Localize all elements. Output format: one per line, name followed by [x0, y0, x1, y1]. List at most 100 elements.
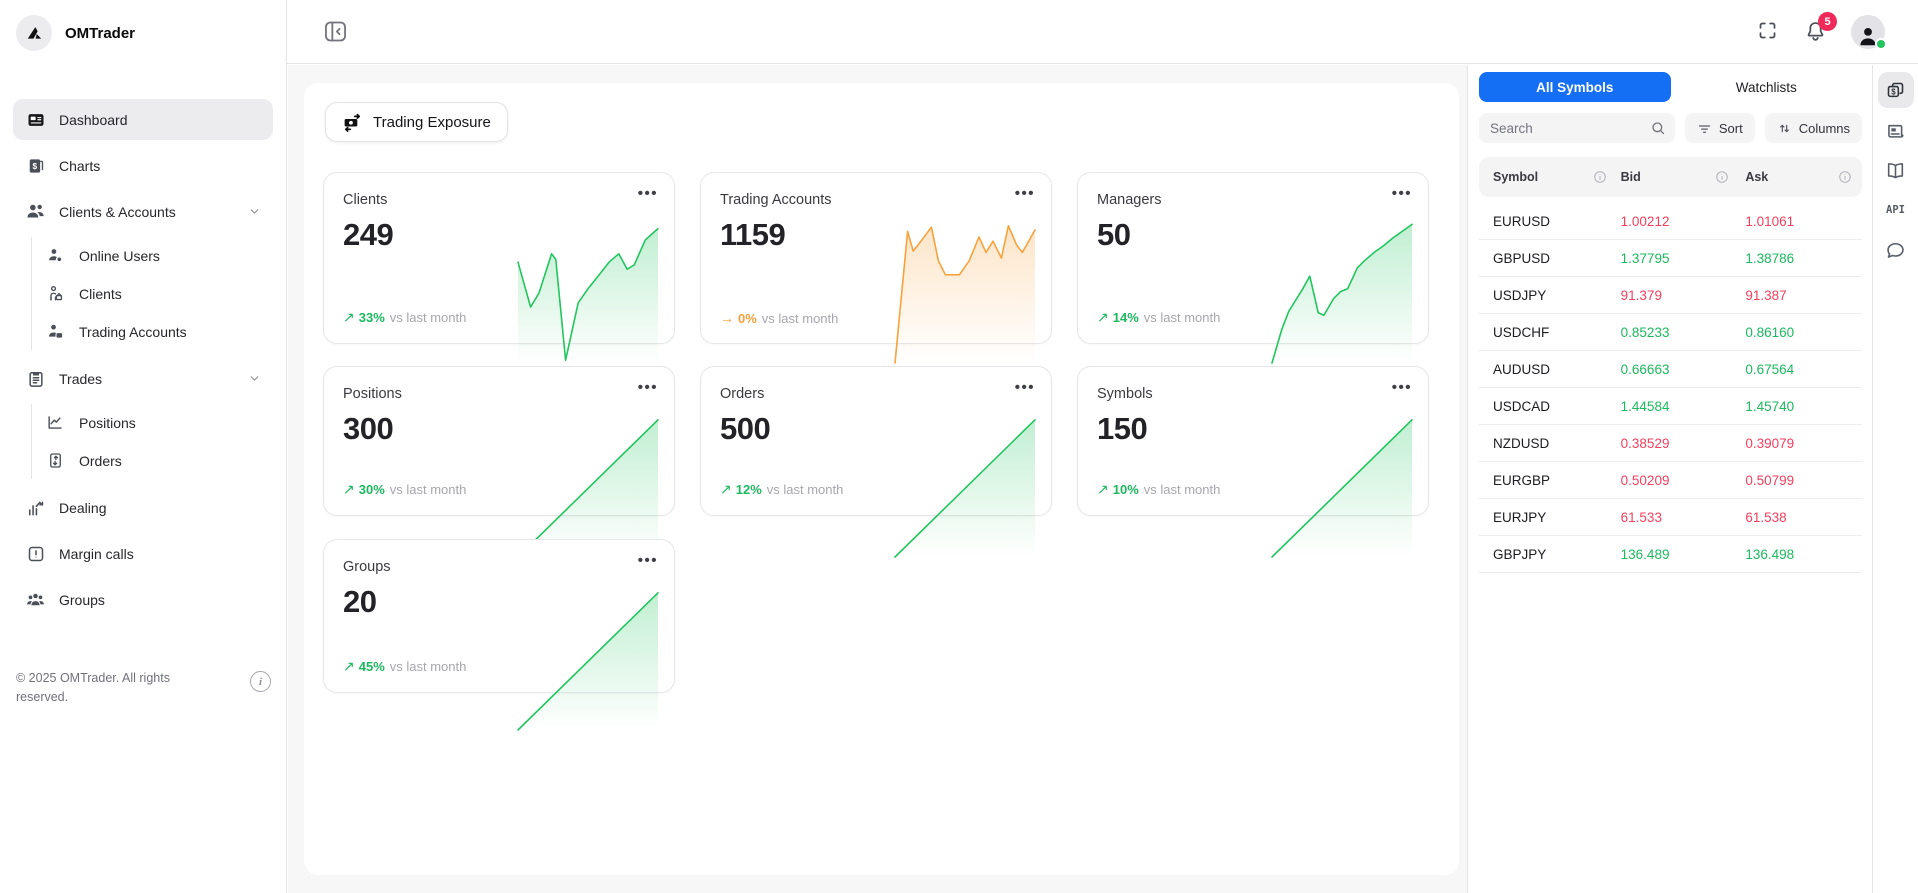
table-row[interactable]: NZDUSD 0.38529 0.39079: [1479, 425, 1862, 462]
groups-sparkline: [518, 590, 658, 730]
sidebar-item-trading-accounts[interactable]: Trading Accounts: [32, 313, 273, 350]
client-icon: [45, 283, 66, 304]
table-row[interactable]: EURUSD 1.00212 1.01061: [1479, 203, 1862, 240]
card-menu-icon[interactable]: •••: [1388, 375, 1416, 400]
trading-exposure-button[interactable]: Trading Exposure: [325, 102, 508, 142]
app-logo-row: OMTrader: [0, 0, 286, 51]
table-row[interactable]: EURGBP 0.50209 0.50799: [1479, 462, 1862, 499]
symbols-panel-icon[interactable]: $: [1878, 72, 1914, 108]
bid-cell: 1.44584: [1621, 399, 1746, 414]
sidebar-nav: Dashboard $ Charts Clients & Accounts On…: [0, 99, 286, 625]
chat-panel-icon[interactable]: [1878, 232, 1914, 268]
tab-all-symbols[interactable]: All Symbols: [1479, 72, 1671, 102]
card-trend: ↗10% vs last month: [1097, 481, 1220, 498]
orders-icon: [45, 450, 66, 471]
symbol-cell: EURUSD: [1479, 214, 1621, 229]
card-menu-icon[interactable]: •••: [634, 181, 662, 206]
sidebar-item-trades[interactable]: Trades: [13, 358, 273, 399]
trend-up-icon: ↗: [343, 309, 355, 326]
app-logo-icon: [16, 15, 52, 51]
tab-watchlists[interactable]: Watchlists: [1671, 72, 1863, 102]
sidebar-item-dashboard[interactable]: Dashboard: [13, 99, 273, 140]
api-panel-icon[interactable]: API: [1878, 192, 1914, 228]
table-row[interactable]: GBPJPY 136.489 136.498: [1479, 536, 1862, 573]
info-icon[interactable]: [1715, 170, 1729, 184]
symbol-cell: EURJPY: [1479, 510, 1621, 525]
svg-text:$: $: [32, 161, 37, 171]
money-transfer-icon: [342, 112, 363, 133]
trend-flat-icon: →: [720, 310, 734, 326]
sidebar-item-label: Dealing: [59, 500, 106, 516]
sidebar-item-label: Orders: [79, 453, 122, 469]
sidebar-item-online-users[interactable]: Online Users: [32, 237, 273, 274]
positions-icon: [45, 412, 66, 433]
card-menu-icon[interactable]: •••: [1011, 375, 1039, 400]
sidebar-item-margin-calls[interactable]: Margin calls: [13, 533, 273, 574]
sidebar-item-label: Margin calls: [59, 546, 134, 562]
stat-card-trading-accounts: Trading Accounts ••• 1159 →0% vs last mo…: [700, 172, 1052, 344]
card-menu-icon[interactable]: •••: [1011, 181, 1039, 206]
clients-sparkline: [518, 223, 658, 363]
sidebar-item-label: Clients: [79, 286, 122, 302]
stat-card-orders: Orders ••• 500 ↗12% vs last month: [700, 366, 1052, 516]
search-icon: [1650, 120, 1666, 141]
table-row[interactable]: USDCHF 0.85233 0.86160: [1479, 314, 1862, 351]
sidebar-item-label: Charts: [59, 158, 100, 174]
chevron-down-icon: [248, 205, 261, 218]
table-row[interactable]: USDJPY 91.379 91.387: [1479, 277, 1862, 314]
search-input[interactable]: [1479, 113, 1675, 143]
sidebar-item-label: Trades: [59, 371, 102, 387]
book-panel-icon[interactable]: [1878, 152, 1914, 188]
dashboard-panel: Trading Exposure Clients ••• 249 ↗33% vs…: [304, 83, 1459, 875]
bid-cell: 1.37795: [1621, 251, 1746, 266]
collapse-sidebar-button[interactable]: [322, 18, 349, 45]
positions-sparkline: [518, 417, 658, 557]
clients-accounts-icon: [25, 201, 46, 222]
sidebar-item-orders[interactable]: Orders: [32, 442, 273, 479]
sidebar-item-positions[interactable]: Positions: [32, 404, 273, 441]
trading-exposure-label: Trading Exposure: [373, 114, 491, 131]
symbols-table-header: Symbol Bid Ask: [1479, 157, 1862, 197]
columns-button[interactable]: Columns: [1765, 113, 1862, 143]
ask-cell: 0.86160: [1745, 325, 1862, 340]
info-icon[interactable]: i: [250, 671, 271, 692]
card-menu-icon[interactable]: •••: [634, 375, 662, 400]
sidebar-item-clients[interactable]: Clients: [32, 275, 273, 312]
card-title: Symbols: [1097, 386, 1153, 402]
stat-card-symbols: Symbols ••• 150 ↗10% vs last month: [1077, 366, 1429, 516]
news-panel-icon[interactable]: [1878, 112, 1914, 148]
bid-cell: 136.489: [1621, 547, 1746, 562]
trend-up-icon: ↗: [720, 481, 732, 498]
info-icon[interactable]: [1838, 170, 1852, 184]
card-title: Groups: [343, 559, 391, 575]
card-menu-icon[interactable]: •••: [634, 548, 662, 573]
sidebar-item-charts[interactable]: $ Charts: [13, 145, 273, 186]
dashboard-icon: [25, 109, 46, 130]
column-ask: Ask: [1745, 170, 1768, 184]
symbol-cell: USDCHF: [1479, 325, 1621, 340]
trades-icon: [25, 368, 46, 389]
charts-icon: $: [25, 155, 46, 176]
ask-cell: 1.01061: [1745, 214, 1862, 229]
card-menu-icon[interactable]: •••: [1388, 181, 1416, 206]
symbol-search: [1479, 113, 1675, 143]
table-row[interactable]: USDCAD 1.44584 1.45740: [1479, 388, 1862, 425]
sidebar-item-groups[interactable]: Groups: [13, 579, 273, 620]
sidebar: OMTrader Dashboard $ Charts Clients & Ac…: [0, 0, 287, 893]
fullscreen-icon[interactable]: [1755, 20, 1779, 44]
notifications-bell-icon[interactable]: 5: [1803, 20, 1827, 44]
table-row[interactable]: GBPUSD 1.37795 1.38786: [1479, 240, 1862, 277]
info-icon[interactable]: [1593, 170, 1607, 184]
user-avatar[interactable]: [1851, 15, 1885, 49]
card-trend: ↗33% vs last month: [343, 309, 466, 326]
table-row[interactable]: EURJPY 61.533 61.538: [1479, 499, 1862, 536]
symbol-cell: AUDUSD: [1479, 362, 1621, 377]
stat-card-groups: Groups ••• 20 ↗45% vs last month: [323, 539, 675, 693]
sort-button[interactable]: Sort: [1685, 113, 1755, 143]
sidebar-item-dealing[interactable]: Dealing: [13, 487, 273, 528]
market-tabs: All Symbols Watchlists: [1479, 72, 1862, 102]
card-title: Trading Accounts: [720, 192, 832, 208]
card-value: 249: [343, 217, 393, 253]
sidebar-item-clients-accounts[interactable]: Clients & Accounts: [13, 191, 273, 232]
table-row[interactable]: AUDUSD 0.66663 0.67564: [1479, 351, 1862, 388]
